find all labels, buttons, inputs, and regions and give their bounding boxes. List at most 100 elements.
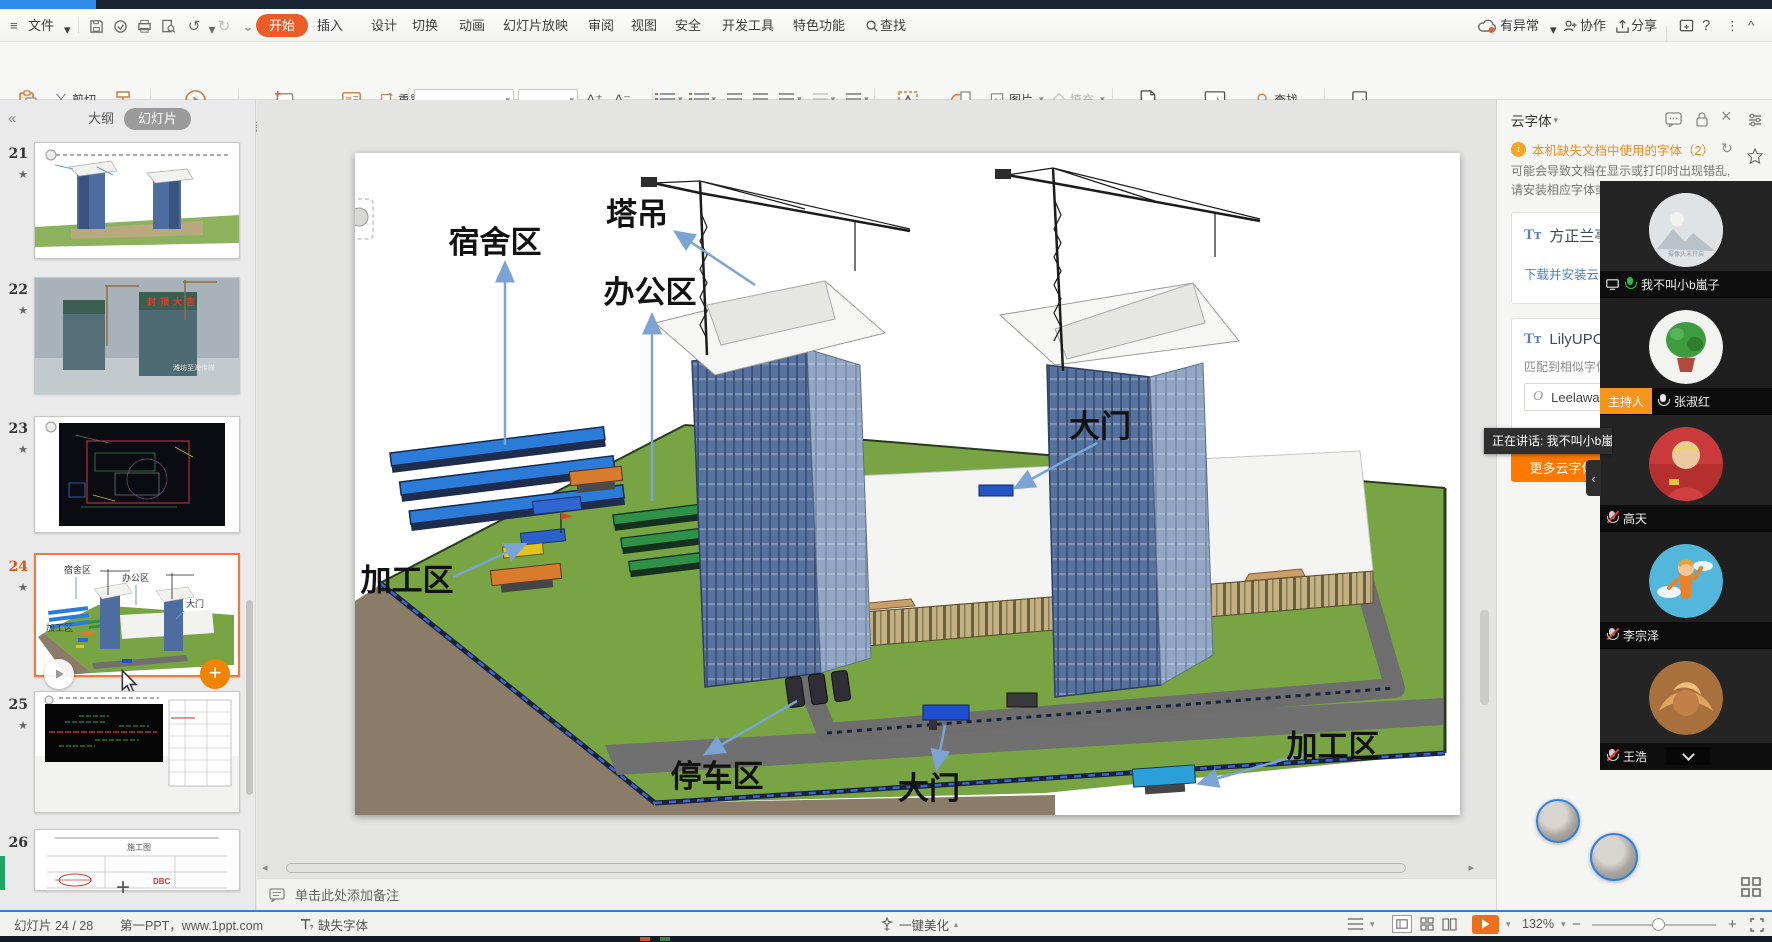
search-icon[interactable] [862, 16, 882, 36]
scroll-left-icon[interactable]: ◂ [262, 861, 268, 874]
zoom-slider-knob[interactable] [1652, 918, 1665, 931]
participant-tile[interactable]: 李宗泽 [1600, 532, 1772, 649]
participant-name: 李宗泽 [1623, 627, 1659, 644]
slide-thumbnail-22[interactable]: 封顶大吉潍坊至海传媒 [34, 277, 240, 394]
zoom-out-button[interactable]: − [1572, 912, 1581, 936]
slide-canvas[interactable]: 塔吊 宿舍区 办公区 加工区 大门 停车区 大门 加工区 [355, 153, 1460, 815]
animation-star-icon[interactable]: ★ [8, 719, 28, 732]
tab-features[interactable]: 特色功能 [793, 14, 845, 37]
collaborate-icon[interactable] [1560, 16, 1580, 36]
slideshow-play-button[interactable]: ▾ [1472, 912, 1511, 936]
collapse-panel-icon[interactable]: « [8, 108, 16, 130]
menu-find[interactable]: 查找 [880, 14, 906, 37]
horizontal-scroll-thumb[interactable] [286, 863, 1406, 873]
tab-view[interactable]: 视图 [631, 14, 657, 37]
meeting-participants-strip: 摄像头未开启 我不叫小b嵐子 主持人 张淑红 高天 [1600, 181, 1772, 770]
help-icon[interactable]: ? [1702, 14, 1710, 37]
slide-thumbnail-23[interactable] [34, 416, 240, 533]
meeting-strip-handle[interactable]: ‹ [1586, 460, 1601, 496]
thumbnail-add-button[interactable]: + [200, 659, 230, 689]
zoom-in-button[interactable]: + [1728, 912, 1737, 936]
effects-star-icon[interactable] [1747, 148, 1763, 164]
print-icon[interactable] [134, 16, 154, 36]
sync-status-label[interactable]: 有异常 [1500, 14, 1539, 37]
participant-tile[interactable]: 高天 [1600, 415, 1772, 532]
tab-design[interactable]: 设计 [371, 14, 397, 37]
participant-tile[interactable]: 摄像头未开启 我不叫小b嵐子 [1600, 181, 1772, 298]
horizontal-scrollbar[interactable]: ◂ ▸ [262, 862, 1474, 874]
view-sorter-button[interactable] [1420, 917, 1434, 931]
tab-animation[interactable]: 动画 [459, 14, 485, 37]
participant-name: 张淑红 [1674, 393, 1710, 410]
scroll-right-icon[interactable]: ▸ [1468, 861, 1474, 874]
animation-star-icon[interactable]: ★ [8, 168, 28, 181]
notes-icon [269, 888, 285, 902]
vertical-scrollbar[interactable] [1478, 105, 1491, 855]
panel-scrollbar[interactable] [246, 600, 253, 795]
kebab-menu-icon[interactable]: ⋮ [1726, 14, 1739, 37]
svg-text:摄像头未开启: 摄像头未开启 [1668, 250, 1704, 258]
redo-icon[interactable]: ↻ [214, 16, 234, 36]
collab-label[interactable]: 协作 [1580, 14, 1606, 37]
tab-slides[interactable]: 幻灯片 [124, 108, 191, 130]
tab-review[interactable]: 审阅 [588, 14, 614, 37]
animation-star-icon[interactable]: ★ [8, 443, 28, 456]
app-window-icon[interactable] [1676, 16, 1696, 36]
properties-icon[interactable] [1747, 112, 1763, 128]
hamburger-icon[interactable]: ≡ [10, 14, 18, 37]
slide-thumbnail-21[interactable] [34, 142, 240, 259]
tab-home[interactable]: 开始 [256, 14, 308, 37]
print-preview-icon[interactable] [158, 16, 178, 36]
apps-grid-icon[interactable] [1740, 876, 1762, 898]
collapse-participants-button[interactable] [1666, 747, 1710, 765]
missing-font-status[interactable]: ? 缺失字体 [300, 912, 368, 936]
comment-icon[interactable] [1665, 112, 1682, 127]
one-click-beautify[interactable]: 一键美化 ▴ [880, 912, 958, 936]
cloud-sync-icon[interactable] [1476, 16, 1500, 36]
save-icon[interactable] [86, 16, 106, 36]
slide-thumbnail-25[interactable] [34, 691, 240, 813]
side-indicator [0, 856, 5, 890]
fit-slide-icon[interactable] [1750, 918, 1764, 932]
notes-placeholder[interactable]: 单击此处添加备注 [295, 885, 399, 904]
label-tower-crane: 塔吊 [606, 197, 668, 233]
avatar [1649, 427, 1723, 501]
file-dropdown-icon[interactable]: ▾ [64, 18, 71, 41]
thumbnail-play-button[interactable] [44, 659, 74, 689]
tab-transition[interactable]: 切换 [412, 14, 438, 37]
participant-tile[interactable]: 主持人 张淑红 [1600, 298, 1772, 415]
notes-toggle[interactable]: ▾ [1348, 912, 1375, 936]
new-slide-plus-button[interactable]: + [105, 876, 141, 902]
panel-title[interactable]: 云字体▾ [1511, 110, 1558, 130]
tab-insert[interactable]: 插入 [317, 14, 343, 37]
tab-security[interactable]: 安全 [675, 14, 701, 37]
export-pdf-icon[interactable] [110, 16, 130, 36]
share-label[interactable]: 分享 [1631, 14, 1657, 37]
refresh-icon[interactable]: ↻ [1721, 140, 1733, 157]
share-icon[interactable] [1612, 16, 1632, 36]
collapse-ribbon-icon[interactable]: ^ [1748, 14, 1754, 37]
view-normal-button[interactable] [1392, 915, 1412, 933]
animation-star-icon[interactable]: ★ [8, 304, 28, 317]
file-menu[interactable]: 文件 [28, 14, 54, 37]
animation-star-icon[interactable]: ★ [8, 581, 28, 594]
screen-share-icon [1606, 279, 1619, 290]
zoom-level[interactable]: 132%▾ [1522, 912, 1566, 936]
label-parking-area: 停车区 [671, 759, 764, 795]
tab-outline[interactable]: 大纲 [88, 108, 114, 130]
floating-avatar[interactable] [1590, 833, 1638, 881]
tab-slideshow[interactable]: 幻灯片放映 [503, 14, 568, 37]
floating-avatar[interactable] [1536, 799, 1580, 843]
tab-devtools[interactable]: 开发工具 [722, 14, 774, 37]
avatar [1649, 310, 1723, 384]
sync-dropdown-icon[interactable]: ▾ [1550, 18, 1557, 41]
participant-tile[interactable]: 王浩 [1600, 649, 1772, 769]
close-panel-icon[interactable]: × [1721, 106, 1732, 127]
slide-thumbnail-24-selected[interactable]: 宿舍区办公区大门加工区 + [34, 553, 240, 677]
vertical-scroll-thumb[interactable] [1480, 610, 1489, 705]
undo-icon[interactable]: ↺ [184, 16, 204, 36]
pin-lock-icon[interactable] [1695, 111, 1709, 128]
notes-bar[interactable]: 单击此处添加备注 [257, 878, 1496, 910]
quickbar-more-icon[interactable]: ⌄ [238, 16, 258, 36]
view-reading-button[interactable] [1442, 918, 1457, 931]
